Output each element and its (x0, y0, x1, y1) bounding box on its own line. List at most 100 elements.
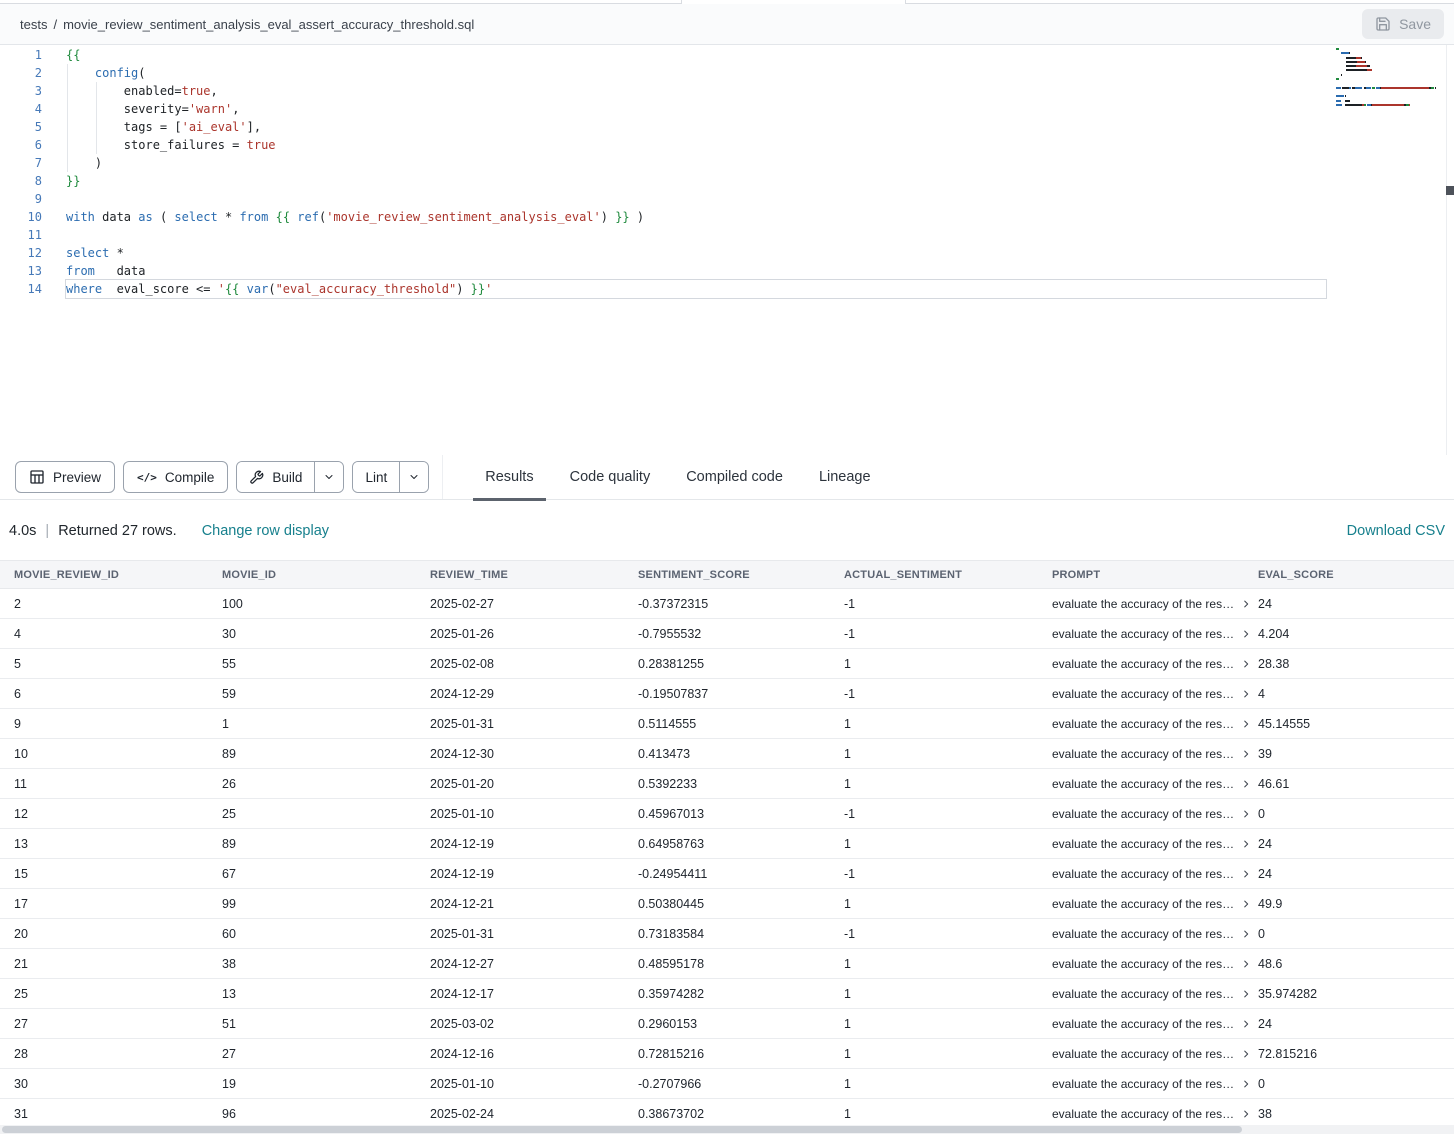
table-row: 17992024-12-210.503804451evaluate the ac… (0, 889, 1454, 919)
line-number: 6 (0, 136, 42, 154)
cell-review-time: 2025-03-02 (416, 1017, 624, 1031)
build-button[interactable]: Build (237, 462, 314, 492)
cell-review-time: 2024-12-16 (416, 1047, 624, 1061)
code-line[interactable]: {{ (66, 46, 1334, 64)
code-line[interactable]: select * (66, 244, 1334, 262)
code-line[interactable]: where eval_score <= '{{ var("eval_accura… (66, 280, 1326, 298)
cell-eval-score: 39 (1244, 747, 1454, 761)
code-brackets-icon: </> (137, 471, 157, 484)
cell-actual-sentiment: 1 (830, 837, 1038, 851)
tab-code-quality[interactable]: Code quality (558, 455, 663, 500)
table-row: 6592024-12-29-0.19507837-1evaluate the a… (0, 679, 1454, 709)
cell-review-time: 2024-12-30 (416, 747, 624, 761)
code-line[interactable]: from data (66, 262, 1334, 280)
cell-prompt: evaluate the accuracy of the res… (1038, 627, 1244, 641)
cell-movie-id: 38 (208, 957, 416, 971)
preview-table-icon (29, 469, 45, 485)
code-line[interactable]: }} (66, 172, 1334, 190)
tab-lineage[interactable]: Lineage (807, 455, 883, 500)
cell-eval-score: 45.14555 (1244, 717, 1454, 731)
code-line[interactable]: tags = ['ai_eval'], (66, 118, 1334, 136)
code-area[interactable]: {{ config( enabled=true, severity='warn'… (66, 46, 1334, 298)
cell-eval-score: 48.6 (1244, 957, 1454, 971)
breadcrumb-folder: tests (20, 17, 47, 32)
preview-button[interactable]: Preview (15, 461, 115, 493)
prompt-preview-text: evaluate the accuracy of the res… (1052, 807, 1234, 821)
cell-prompt: evaluate the accuracy of the res… (1038, 1047, 1244, 1061)
cell-prompt: evaluate the accuracy of the res… (1038, 927, 1244, 941)
table-row: 4302025-01-26-0.7955532-1evaluate the ac… (0, 619, 1454, 649)
prompt-preview-text: evaluate the accuracy of the res… (1052, 897, 1234, 911)
cell-actual-sentiment: -1 (830, 807, 1038, 821)
tab-results[interactable]: Results (473, 455, 545, 500)
cell-review-time: 2024-12-19 (416, 837, 624, 851)
cell-movie-review-id: 5 (0, 657, 208, 671)
cell-sentiment-score: 0.72815216 (624, 1047, 830, 1061)
code-line[interactable]: ) (66, 154, 1334, 172)
table-body: 21002025-02-27-0.37372315-1evaluate the … (0, 589, 1454, 1129)
wrench-icon (249, 470, 264, 485)
code-line[interactable] (66, 226, 1334, 244)
cell-actual-sentiment: 1 (830, 717, 1038, 731)
cell-actual-sentiment: 1 (830, 1077, 1038, 1091)
code-editor[interactable]: 1234567891011121314 {{ config( enabled=t… (0, 45, 1454, 455)
compile-button[interactable]: </> Compile (123, 461, 228, 493)
minimap-line (1336, 91, 1442, 93)
line-number: 13 (0, 262, 42, 280)
minimap-line (1336, 104, 1442, 106)
cell-movie-id: 59 (208, 687, 416, 701)
minimap-line (1336, 95, 1442, 97)
table-row: 21382024-12-270.485951781evaluate the ac… (0, 949, 1454, 979)
minimap-line (1336, 69, 1442, 71)
lint-dropdown-button[interactable] (399, 462, 428, 492)
cell-movie-id: 1 (208, 717, 416, 731)
toolbar-divider (442, 455, 443, 499)
editor-scrollbar[interactable] (1446, 45, 1454, 455)
build-dropdown-button[interactable] (314, 462, 343, 492)
cell-movie-id: 89 (208, 837, 416, 851)
cell-movie-id: 67 (208, 867, 416, 881)
save-button[interactable]: Save (1362, 9, 1444, 39)
cell-actual-sentiment: -1 (830, 597, 1038, 611)
cell-eval-score: 24 (1244, 837, 1454, 851)
lint-button[interactable]: Lint (353, 462, 399, 492)
preview-button-label: Preview (53, 470, 101, 485)
cell-actual-sentiment: 1 (830, 987, 1038, 1001)
horizontal-scrollbar[interactable] (0, 1125, 1454, 1134)
cell-movie-id: 25 (208, 807, 416, 821)
cell-movie-id: 96 (208, 1107, 416, 1121)
prompt-preview-text: evaluate the accuracy of the res… (1052, 867, 1234, 881)
cell-prompt: evaluate the accuracy of the res… (1038, 717, 1244, 731)
minimap-line (1336, 65, 1442, 67)
cell-movie-id: 19 (208, 1077, 416, 1091)
prompt-preview-text: evaluate the accuracy of the res… (1052, 657, 1234, 671)
cell-review-time: 2024-12-19 (416, 867, 624, 881)
cell-movie-id: 60 (208, 927, 416, 941)
cell-prompt: evaluate the accuracy of the res… (1038, 837, 1244, 851)
code-line[interactable]: config( (66, 64, 1334, 82)
cell-review-time: 2025-01-26 (416, 627, 624, 641)
code-line[interactable]: store_failures = true (66, 136, 1334, 154)
horizontal-scrollbar-thumb[interactable] (2, 1126, 1242, 1133)
cell-movie-review-id: 17 (0, 897, 208, 911)
cell-sentiment-score: -0.37372315 (624, 597, 830, 611)
code-line[interactable] (66, 190, 1334, 208)
cell-prompt: evaluate the accuracy of the res… (1038, 747, 1244, 761)
cell-movie-review-id: 6 (0, 687, 208, 701)
download-csv-link[interactable]: Download CSV (1347, 523, 1445, 539)
table-header: MOVIE_REVIEW_IDMOVIE_IDREVIEW_TIMESENTIM… (0, 560, 1454, 589)
line-number: 8 (0, 172, 42, 190)
code-line[interactable]: with data as ( select * from {{ ref('mov… (66, 208, 1334, 226)
cell-sentiment-score: -0.24954411 (624, 867, 830, 881)
change-row-display-link[interactable]: Change row display (202, 523, 329, 539)
minimap[interactable] (1336, 48, 1442, 108)
code-line[interactable]: severity='warn', (66, 100, 1334, 118)
cell-prompt: evaluate the accuracy of the res… (1038, 657, 1244, 671)
tab-compiled-code[interactable]: Compiled code (674, 455, 795, 500)
cell-review-time: 2025-02-24 (416, 1107, 624, 1121)
column-header: ACTUAL_SENTIMENT (830, 569, 1038, 581)
cell-actual-sentiment: 1 (830, 897, 1038, 911)
prompt-preview-text: evaluate the accuracy of the res… (1052, 1077, 1234, 1091)
cell-actual-sentiment: 1 (830, 957, 1038, 971)
code-line[interactable]: enabled=true, (66, 82, 1334, 100)
